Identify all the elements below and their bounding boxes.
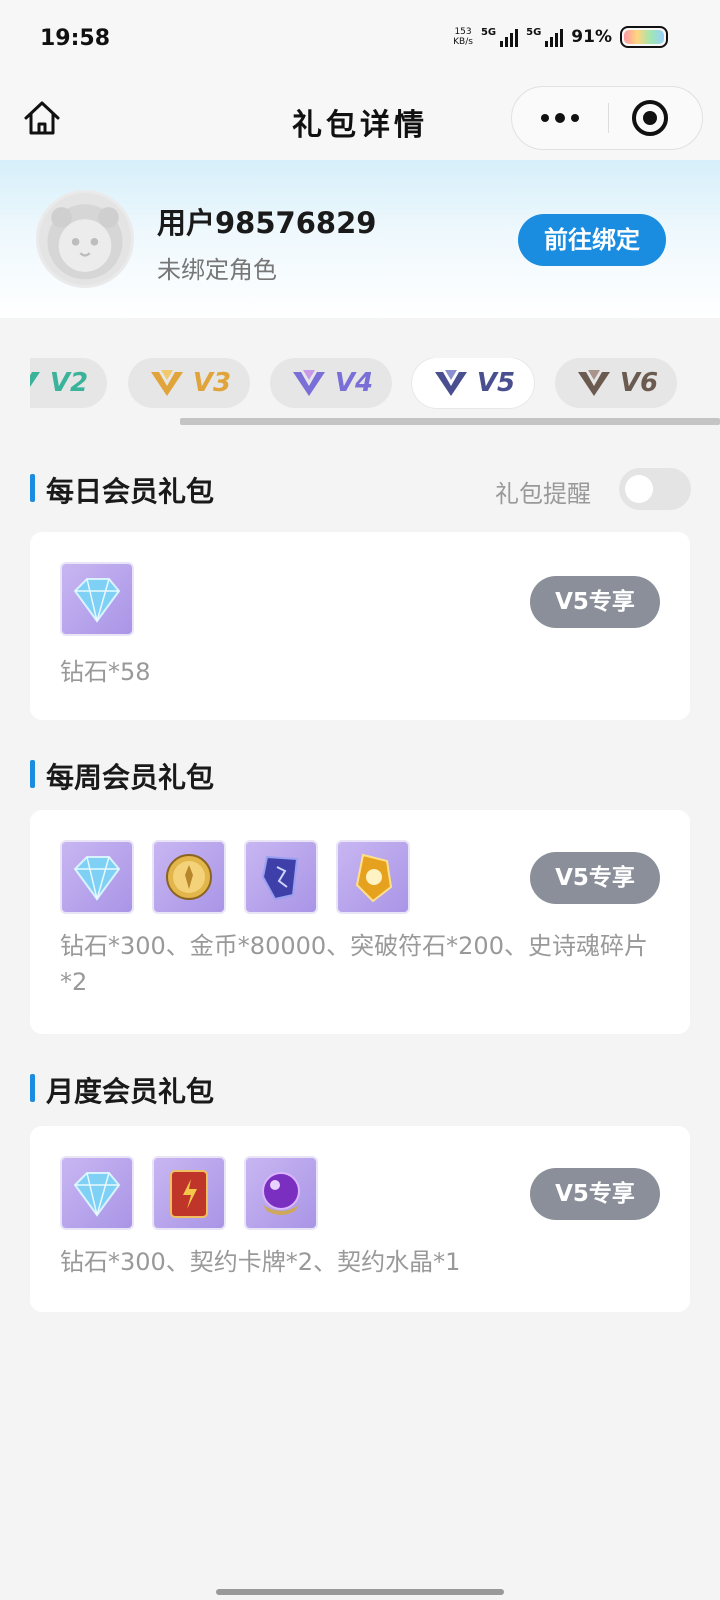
diamond-icon (60, 1156, 134, 1230)
status-bar: 19:58 153 KB/s 5G 5G 91% (0, 0, 720, 80)
weekly-exclusive-badge: V5专享 (530, 852, 660, 904)
monthly-gift-card: 钻石*300、契约卡牌*2、契约水晶*1 V5专享 (30, 1126, 690, 1312)
binding-status: 未绑定角色 (157, 256, 277, 284)
monthly-gift-description: 钻石*300、契约卡牌*2、契约水晶*1 (60, 1248, 461, 1276)
daily-gift-card: 钻石*58 V5专享 (30, 532, 690, 720)
capsule-divider (608, 103, 609, 133)
mini-program-capsule (511, 86, 703, 150)
network-speed: 153 KB/s (453, 27, 473, 47)
close-icon[interactable] (632, 100, 668, 136)
reminder-label: 礼包提醒 (495, 480, 591, 508)
contract-card-icon (152, 1156, 226, 1230)
v4-emblem-icon (292, 370, 325, 396)
more-icon[interactable] (512, 87, 607, 149)
daily-exclusive-badge: V5专享 (530, 576, 660, 628)
daily-gift-description: 钻石*58 (60, 658, 151, 686)
monthly-section-title: 月度会员礼包 (30, 1070, 214, 1110)
weekly-gift-card: 钻石*300、金币*80000、突破符石*200、史诗魂碎片*2 V5专享 (30, 810, 690, 1034)
weekly-gift-description: 钻石*300、金币*80000、突破符石*200、史诗魂碎片*2 (60, 932, 648, 996)
tab-v6[interactable]: V6 (555, 358, 677, 408)
tab-v4[interactable]: V4 (270, 358, 392, 408)
home-indicator[interactable] (216, 1589, 504, 1595)
user-name: 用户98576829 (157, 206, 377, 240)
battery-icon (620, 26, 668, 48)
bind-button[interactable]: 前往绑定 (518, 214, 666, 266)
tabs-scrollbar[interactable] (180, 418, 720, 425)
tab-v3[interactable]: V3 (128, 358, 250, 408)
monthly-exclusive-badge: V5专享 (530, 1168, 660, 1220)
avatar (36, 190, 134, 288)
signal-icon-2: 5G (526, 27, 564, 47)
tab-v5[interactable]: V5 (412, 358, 534, 408)
weekly-section-title: 每周会员礼包 (30, 756, 214, 796)
reminder-toggle[interactable] (619, 468, 691, 510)
v3-emblem-icon (150, 370, 183, 396)
gold-coin-icon (152, 840, 226, 914)
tab-v2[interactable]: V2 (30, 358, 107, 408)
v5-emblem-icon (434, 370, 467, 396)
v2-emblem-icon (30, 372, 40, 387)
breakthrough-rune-icon (244, 840, 318, 914)
signal-icon: 5G (481, 27, 519, 47)
battery-percent: 91% (571, 27, 612, 47)
level-tabs: V2 V3 V4 V5 V6 (30, 358, 720, 410)
v6-emblem-icon (577, 370, 610, 396)
status-indicators: 153 KB/s 5G 5G 91% (453, 26, 668, 48)
diamond-icon (60, 562, 134, 636)
user-header: 用户98576829 未绑定角色 前往绑定 (0, 160, 720, 318)
daily-section-title: 每日会员礼包 (30, 470, 214, 510)
diamond-icon (60, 840, 134, 914)
contract-crystal-icon (244, 1156, 318, 1230)
nav-bar: 礼包详情 (0, 80, 720, 160)
status-time: 19:58 (40, 26, 111, 51)
epic-soul-shard-icon (336, 840, 410, 914)
